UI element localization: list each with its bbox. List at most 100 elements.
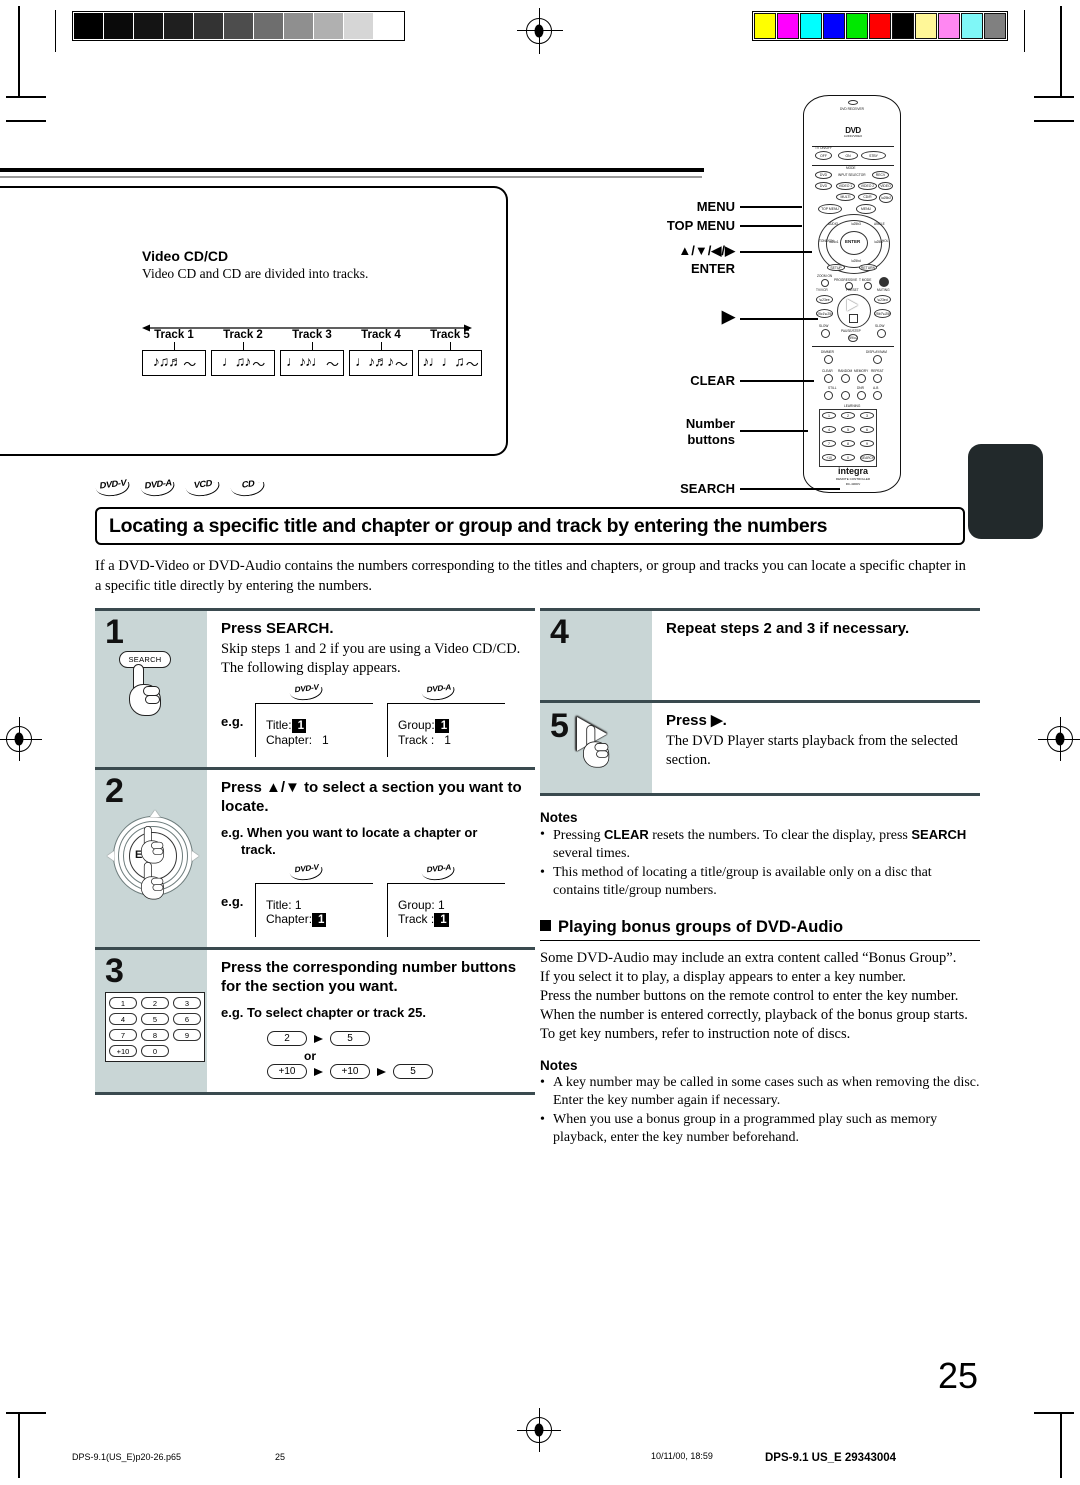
footer-file-name: DPS-9.1(US_E)p20-26.p65 bbox=[72, 1452, 182, 1462]
track-cell-5: Track 5 ♪♩♩♫ 〜 bbox=[418, 328, 482, 376]
osd-line-1: Title: 1 bbox=[266, 718, 306, 733]
keypad-key-9[interactable]: 9 bbox=[173, 1029, 201, 1041]
registration-target-bottom bbox=[526, 1417, 552, 1443]
callout-arrows-leader bbox=[740, 251, 812, 253]
track-notes-box: ♩♫♪ 〜 bbox=[211, 350, 275, 376]
number-button-3[interactable]: 3 bbox=[860, 412, 874, 419]
note-text: This method of locating a title/group is… bbox=[553, 865, 932, 898]
jog-dial-graphic[interactable]: EN bbox=[107, 810, 199, 902]
stop-button-icon[interactable] bbox=[849, 314, 858, 323]
number-button-6[interactable]: 6 bbox=[860, 426, 874, 433]
keypad-key-3[interactable]: 3 bbox=[173, 997, 201, 1009]
step-2-eg-label: e.g. bbox=[221, 894, 244, 909]
step-2-heading: Press ▲/▼ to select a section you want t… bbox=[221, 779, 522, 815]
callout-number-buttons-line2: buttons bbox=[687, 432, 735, 447]
bonus-section-title: Playing bonus groups of DVD-Audio bbox=[558, 918, 844, 936]
keypad-row-3: 789 bbox=[109, 1029, 201, 1041]
keypad-key-7[interactable]: 7 bbox=[109, 1029, 137, 1041]
keypad-graphic[interactable]: 1 2 3 4 5 6 7 8 9 +10 0 bbox=[105, 992, 205, 1062]
keypad-key-plus10[interactable]: +10 bbox=[109, 1045, 137, 1057]
step-2-eg-note-line1: e.g. When you want to locate a chapter o… bbox=[221, 825, 478, 840]
step-1-display-boxes: DVD-V Title: 1 Chapter: 1 DVD-A Group: 1 Track … bbox=[255, 683, 505, 757]
disc-type-badges: DVD-V DVD-A VCD CD bbox=[95, 477, 266, 497]
rewind-button: \u25c1\u25c1 bbox=[816, 309, 833, 318]
key-sequence-row-2: +10 +10 5 bbox=[267, 1064, 531, 1079]
sequence-key-5[interactable]: 5 bbox=[330, 1031, 370, 1046]
angle-label: ANGLE bbox=[874, 222, 885, 226]
muting-label: MUTING bbox=[877, 288, 890, 292]
track-label: Track 3 bbox=[292, 329, 332, 341]
grayscale-swatch-9 bbox=[344, 13, 373, 39]
input-dvd-button: DVD bbox=[815, 182, 832, 190]
remote-body: DVD RECEIVER DVD AUDIO/VIDEO OFF TV ON/O… bbox=[803, 95, 901, 493]
number-button-plus10[interactable]: +10 bbox=[822, 454, 836, 461]
play-button-icon[interactable] bbox=[847, 299, 858, 311]
manual-page: Video CD/CD Video CD and CD are divided … bbox=[0, 0, 1080, 1485]
track-label: Track 1 bbox=[154, 329, 194, 341]
number-button-0[interactable]: 0 bbox=[841, 454, 855, 461]
number-button-8[interactable]: 8 bbox=[841, 440, 855, 447]
grayscale-calibration-strip bbox=[72, 11, 405, 41]
keypad-key-5[interactable]: 5 bbox=[141, 1013, 169, 1025]
track-label: Track 4 bbox=[361, 329, 401, 341]
sequence-key-plus10[interactable]: +10 bbox=[267, 1064, 307, 1079]
video-cd-figure-panel bbox=[0, 186, 508, 456]
note-item: • A key number may be called in some case… bbox=[540, 1074, 980, 1110]
osd-line-2: Track : 1 bbox=[398, 733, 451, 747]
track-notes-box: ♪♫♬ 〜 bbox=[142, 350, 206, 376]
dvd-logo-sub: AUDIO/VIDEO bbox=[843, 134, 863, 138]
number-button-9[interactable]: 9 bbox=[860, 440, 874, 447]
callout-play-leader bbox=[740, 318, 818, 320]
keypad-key-6[interactable]: 6 bbox=[173, 1013, 201, 1025]
step-2-eg-note-line2: track. bbox=[241, 842, 276, 857]
number-button-2[interactable]: 2 bbox=[841, 412, 855, 419]
clear-button[interactable] bbox=[824, 374, 833, 383]
number-button-1[interactable]: 1 bbox=[822, 412, 836, 419]
index-thumb-tab bbox=[968, 444, 1043, 539]
search-button[interactable]: SEARCH bbox=[860, 454, 875, 462]
registration-target-left bbox=[6, 726, 32, 752]
still-a-button bbox=[824, 391, 833, 400]
keypad-key-1[interactable]: 1 bbox=[109, 997, 137, 1009]
keypad-key-0[interactable]: 0 bbox=[141, 1045, 169, 1057]
color-swatch-9 bbox=[961, 13, 983, 39]
input-mult-button: MULTI bbox=[836, 193, 855, 201]
color-swatch-3 bbox=[823, 13, 845, 39]
sequence-key-2[interactable]: 2 bbox=[267, 1031, 307, 1046]
crop-mark-tr2-h bbox=[1034, 120, 1074, 122]
number-button-5[interactable]: 5 bbox=[841, 426, 855, 433]
step-1-example: e.g. DVD-V Title: 1 Chapter: 1 DVD-A Group: 1 T… bbox=[221, 683, 531, 757]
step-1-eg-label: e.g. bbox=[221, 714, 244, 729]
sequence-arrow-icon bbox=[314, 1034, 323, 1043]
number-button-7[interactable]: 7 bbox=[822, 440, 836, 447]
step-3-eg-note: e.g. To select chapter or track 25. bbox=[221, 1005, 426, 1020]
keypad-key-2[interactable]: 2 bbox=[141, 997, 169, 1009]
bonus-section-body: Some DVD-Audio may include an extra cont… bbox=[540, 950, 968, 1042]
sequence-key-plus10[interactable]: +10 bbox=[330, 1064, 370, 1079]
track-notes-box: ♩♪♪♩ 〜 bbox=[280, 350, 344, 376]
sequence-key-5[interactable]: 5 bbox=[393, 1064, 433, 1079]
disc-badge-dvd-v: DVD-V bbox=[95, 477, 131, 497]
grayscale-swatch-0 bbox=[74, 13, 103, 39]
step-4-heading: Repeat steps 2 and 3 if necessary. bbox=[666, 620, 910, 637]
note-item: • Pressing CLEAR resets the numbers. To c… bbox=[540, 826, 980, 863]
display-example-dvd-v: DVD-V Title: 1 Chapter: 1 bbox=[255, 683, 373, 757]
display-example-dvd-v: DVD-V Title: 1 Chapter: 1 bbox=[255, 863, 373, 937]
on-button: ON bbox=[838, 151, 858, 160]
input-video1-button: VIDEO 1 bbox=[836, 182, 855, 190]
section-bullet-square-icon bbox=[540, 920, 551, 931]
keypad-key-8[interactable]: 8 bbox=[141, 1029, 169, 1041]
keypad-row-1: 123 bbox=[109, 997, 201, 1009]
bonus-section-heading: Playing bonus groups of DVD-Audio bbox=[540, 918, 980, 941]
color-swatch-6 bbox=[892, 13, 914, 39]
osd-line-1: Group: 1 bbox=[398, 718, 450, 733]
random-button bbox=[841, 374, 850, 383]
nav-down-arrow-icon: \u25bd bbox=[851, 259, 861, 263]
number-button-4[interactable]: 4 bbox=[822, 426, 836, 433]
step-2-number-cell: 2 EN bbox=[95, 770, 207, 947]
header-rule-thin bbox=[0, 176, 702, 178]
callout-arrows: ▲/▼/◀/▶ bbox=[678, 243, 735, 258]
keypad-key-4[interactable]: 4 bbox=[109, 1013, 137, 1025]
step-1-number-cell: 1 SEARCH bbox=[95, 611, 207, 767]
standby-button: STBY bbox=[861, 151, 886, 160]
